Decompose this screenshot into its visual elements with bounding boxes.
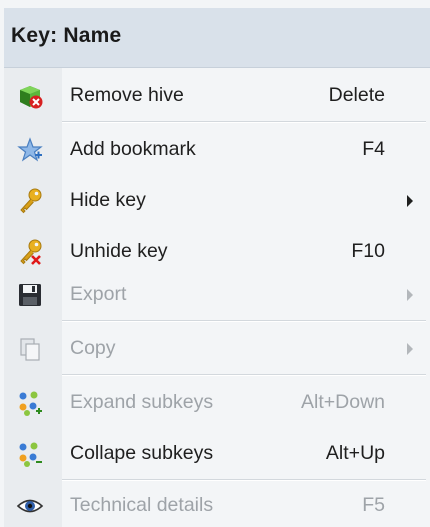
- menu-item-shortcut: Delete: [328, 84, 385, 106]
- menu-item-collapse-subkeys[interactable]: Collape subkeys Alt+Up: [4, 429, 430, 479]
- menu-item-label: Collape subkeys: [70, 442, 214, 464]
- menu-header: Key: Name: [4, 8, 430, 68]
- menu-separator: [62, 121, 426, 123]
- context-menu: Key: Name Remove hive Delete Add bookmar…: [0, 0, 430, 527]
- menu-item-label: Copy: [70, 337, 116, 359]
- menu-item-label: Hide key: [70, 189, 146, 211]
- menu-item-shortcut: F4: [362, 138, 385, 160]
- menu-item-label: Remove hive: [70, 84, 184, 106]
- menu-separator: [62, 320, 426, 322]
- copy-icon: [20, 338, 40, 361]
- menu-item-label: Export: [70, 283, 127, 305]
- menu-item-shortcut: Alt+Down: [301, 391, 385, 413]
- menu-item-hide-key[interactable]: Hide key: [4, 176, 430, 226]
- menu-separator: [62, 374, 426, 376]
- menu-title: Key: Name: [11, 24, 122, 47]
- menu-item-label: Unhide key: [70, 240, 168, 262]
- star-bookmark-icon: [17, 137, 43, 162]
- submenu-arrow-icon: [407, 343, 413, 355]
- remove-hive-icon: [20, 86, 43, 109]
- eye-icon: [16, 499, 44, 513]
- menu-item-shortcut: Alt+Up: [325, 442, 385, 464]
- menu-item-technical-details[interactable]: Technical details F5: [4, 481, 430, 527]
- key-x-icon: [20, 239, 42, 265]
- menu-item-shortcut: F10: [351, 240, 385, 262]
- menu-item-label: Add bookmark: [70, 138, 196, 160]
- menu-item-label: Technical details: [70, 494, 214, 516]
- menu-item-label: Expand subkeys: [70, 391, 214, 413]
- menu-item-add-bookmark[interactable]: Add bookmark F4: [4, 125, 430, 175]
- expand-subkeys-icon: [19, 391, 42, 416]
- menu-item-expand-subkeys[interactable]: Expand subkeys Alt+Down: [4, 378, 430, 428]
- menu-item-export[interactable]: Export: [4, 270, 430, 320]
- submenu-arrow-icon: [407, 289, 413, 301]
- key-icon: [20, 188, 42, 214]
- save-disk-icon: [19, 284, 41, 306]
- menu-item-shortcut: F5: [362, 494, 385, 516]
- menu-item-remove-hive[interactable]: Remove hive Delete: [4, 71, 430, 121]
- collapse-subkeys-icon: [19, 442, 42, 467]
- submenu-arrow-icon: [407, 195, 413, 207]
- menu-item-copy[interactable]: Copy: [4, 324, 430, 374]
